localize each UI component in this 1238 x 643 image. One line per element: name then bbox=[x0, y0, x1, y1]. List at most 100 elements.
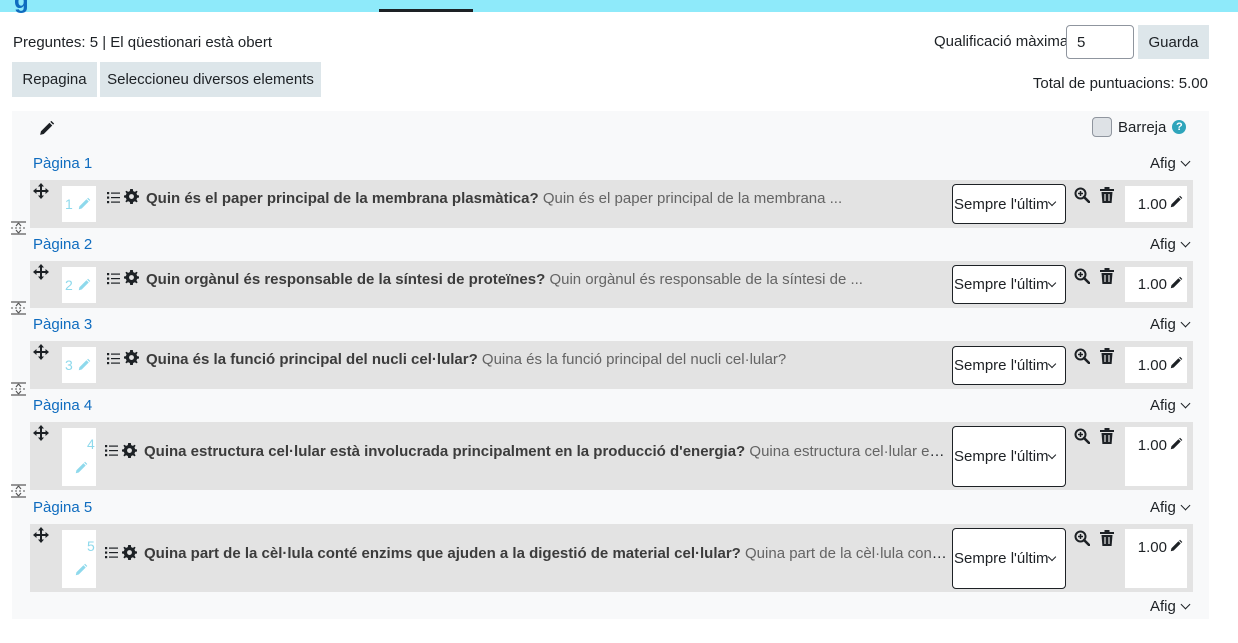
chevron-down-icon bbox=[1180, 500, 1191, 511]
question-name: Quina estructura cel·lular està involucr… bbox=[144, 443, 746, 460]
question-name: Quin és el paper principal de la membran… bbox=[146, 190, 539, 207]
question-preview: Quina part de la cèl·lula conté enzims q… bbox=[745, 545, 950, 562]
page-break-icon[interactable] bbox=[11, 301, 26, 319]
gear-icon[interactable] bbox=[124, 189, 139, 208]
delete-icon[interactable] bbox=[1100, 530, 1114, 550]
pencil-icon[interactable] bbox=[1169, 539, 1183, 557]
gear-icon[interactable] bbox=[124, 350, 139, 369]
chevron-down-icon bbox=[1047, 278, 1057, 287]
behaviour-select-value: Sempre l'últim bbox=[954, 276, 1049, 293]
page-title-fragment: g bbox=[14, 0, 29, 14]
delete-icon[interactable] bbox=[1100, 268, 1114, 288]
preview-icon[interactable] bbox=[1074, 428, 1091, 448]
max-mark-value: 1.00 bbox=[1137, 437, 1167, 454]
max-mark[interactable]: 1.00 bbox=[1125, 347, 1187, 383]
behaviour-select[interactable]: Sempre l'últim bbox=[952, 184, 1066, 224]
gear-icon[interactable] bbox=[124, 270, 139, 289]
add-menu-1[interactable]: Afig bbox=[1150, 155, 1191, 172]
page-label-5[interactable]: Pàgina 5 bbox=[33, 499, 92, 516]
max-mark-value: 1.00 bbox=[1137, 276, 1167, 293]
delete-icon[interactable] bbox=[1100, 187, 1114, 207]
pencil-icon[interactable] bbox=[1169, 437, 1183, 455]
max-mark[interactable]: 1.00 bbox=[1125, 186, 1187, 222]
move-icon[interactable] bbox=[33, 527, 49, 547]
slot-number: 2 bbox=[65, 277, 73, 293]
add-menu-2[interactable]: Afig bbox=[1150, 236, 1191, 253]
repaginate-button[interactable]: Repagina bbox=[12, 62, 97, 97]
add-label: Afig bbox=[1150, 499, 1176, 516]
max-mark[interactable]: 1.00 bbox=[1125, 529, 1187, 588]
preview-icon[interactable] bbox=[1074, 268, 1091, 288]
slot-number-box[interactable]: 4 bbox=[62, 428, 96, 486]
help-icon[interactable]: ? bbox=[1172, 120, 1187, 134]
max-mark-value: 1.00 bbox=[1137, 195, 1167, 213]
slot-number: 1 bbox=[65, 196, 73, 212]
max-mark-value: 1.00 bbox=[1137, 356, 1167, 374]
delete-icon[interactable] bbox=[1100, 428, 1114, 448]
add-menu-5[interactable]: Afig bbox=[1150, 499, 1191, 516]
move-icon[interactable] bbox=[33, 264, 49, 284]
behaviour-select-value: Sempre l'últim bbox=[954, 448, 1049, 465]
page-break-icon[interactable] bbox=[11, 382, 26, 400]
behaviour-select[interactable]: Sempre l'últim bbox=[952, 426, 1066, 487]
move-icon[interactable] bbox=[33, 183, 49, 203]
max-grade-label: Qualificació màxima bbox=[934, 33, 1069, 50]
gear-icon[interactable] bbox=[122, 545, 137, 564]
edit-slot-icon[interactable] bbox=[77, 278, 91, 296]
slot-number-box[interactable]: 2 bbox=[62, 267, 96, 303]
max-mark[interactable]: 1.00 bbox=[1125, 267, 1187, 302]
slot-number-box[interactable]: 3 bbox=[62, 347, 96, 383]
edit-slot-icon[interactable] bbox=[77, 197, 91, 215]
behaviour-select-value: Sempre l'últim bbox=[954, 357, 1049, 374]
edit-slot-icon[interactable] bbox=[74, 461, 88, 479]
page-label-4[interactable]: Pàgina 4 bbox=[33, 397, 92, 414]
behaviour-select[interactable]: Sempre l'últim bbox=[952, 265, 1066, 304]
pencil-icon[interactable] bbox=[1169, 356, 1183, 374]
shuffle-toggle[interactable]: Barreja ? bbox=[1092, 117, 1187, 137]
edit-slot-icon[interactable] bbox=[77, 358, 91, 376]
question-text[interactable]: Quina part de la cèl·lula conté enzims q… bbox=[144, 545, 950, 562]
slot-number-box[interactable]: 1 bbox=[62, 186, 96, 222]
preview-icon[interactable] bbox=[1074, 530, 1091, 550]
preview-icon[interactable] bbox=[1074, 348, 1091, 368]
max-mark[interactable]: 1.00 bbox=[1125, 427, 1187, 486]
edit-slot-icon[interactable] bbox=[74, 563, 88, 581]
add-menu-end[interactable]: Afig bbox=[1150, 598, 1191, 615]
question-slot: 4 Quina estructura cel·lular està involu… bbox=[30, 422, 1193, 490]
move-icon[interactable] bbox=[33, 344, 49, 364]
behaviour-select[interactable]: Sempre l'últim bbox=[952, 346, 1066, 385]
page-label-1[interactable]: Pàgina 1 bbox=[33, 155, 92, 172]
gear-icon[interactable] bbox=[122, 443, 137, 462]
multichoice-icon bbox=[105, 546, 119, 563]
chevron-down-icon bbox=[1180, 237, 1191, 248]
slot-number-box[interactable]: 5 bbox=[62, 530, 96, 588]
question-preview: Quin és el paper principal de la membran… bbox=[542, 190, 843, 207]
shuffle-checkbox[interactable] bbox=[1092, 117, 1112, 137]
page-label-3[interactable]: Pàgina 3 bbox=[33, 316, 92, 333]
question-slot: 1 Quin és el paper principal de la membr… bbox=[30, 180, 1193, 228]
page-label-2[interactable]: Pàgina 2 bbox=[33, 236, 92, 253]
select-multiple-button[interactable]: Seleccioneu diversos elements bbox=[100, 62, 321, 97]
question-name: Quina part de la cèl·lula conté enzims q… bbox=[144, 545, 741, 562]
delete-icon[interactable] bbox=[1100, 348, 1114, 368]
slot-number: 5 bbox=[87, 538, 95, 554]
behaviour-select[interactable]: Sempre l'últim bbox=[952, 528, 1066, 589]
multichoice-icon bbox=[105, 444, 119, 461]
pencil-icon[interactable] bbox=[1169, 195, 1183, 213]
behaviour-select-value: Sempre l'últim bbox=[954, 550, 1049, 567]
question-text[interactable]: Quin orgànul és responsable de la síntes… bbox=[146, 271, 946, 288]
question-text[interactable]: Quina estructura cel·lular està involucr… bbox=[144, 443, 950, 460]
pencil-icon[interactable] bbox=[1169, 276, 1183, 294]
chevron-down-icon bbox=[1180, 317, 1191, 328]
move-icon[interactable] bbox=[33, 425, 49, 445]
preview-icon[interactable] bbox=[1074, 187, 1091, 207]
add-menu-4[interactable]: Afig bbox=[1150, 397, 1191, 414]
question-text[interactable]: Quina és la funció principal del nucli c… bbox=[146, 351, 946, 368]
page-break-icon[interactable] bbox=[11, 221, 26, 239]
page-break-icon[interactable] bbox=[11, 484, 26, 502]
max-grade-input[interactable] bbox=[1066, 25, 1134, 59]
add-menu-3[interactable]: Afig bbox=[1150, 316, 1191, 333]
save-button[interactable]: Guarda bbox=[1138, 25, 1209, 59]
question-text[interactable]: Quin és el paper principal de la membran… bbox=[146, 190, 946, 207]
pencil-icon[interactable] bbox=[38, 120, 55, 137]
